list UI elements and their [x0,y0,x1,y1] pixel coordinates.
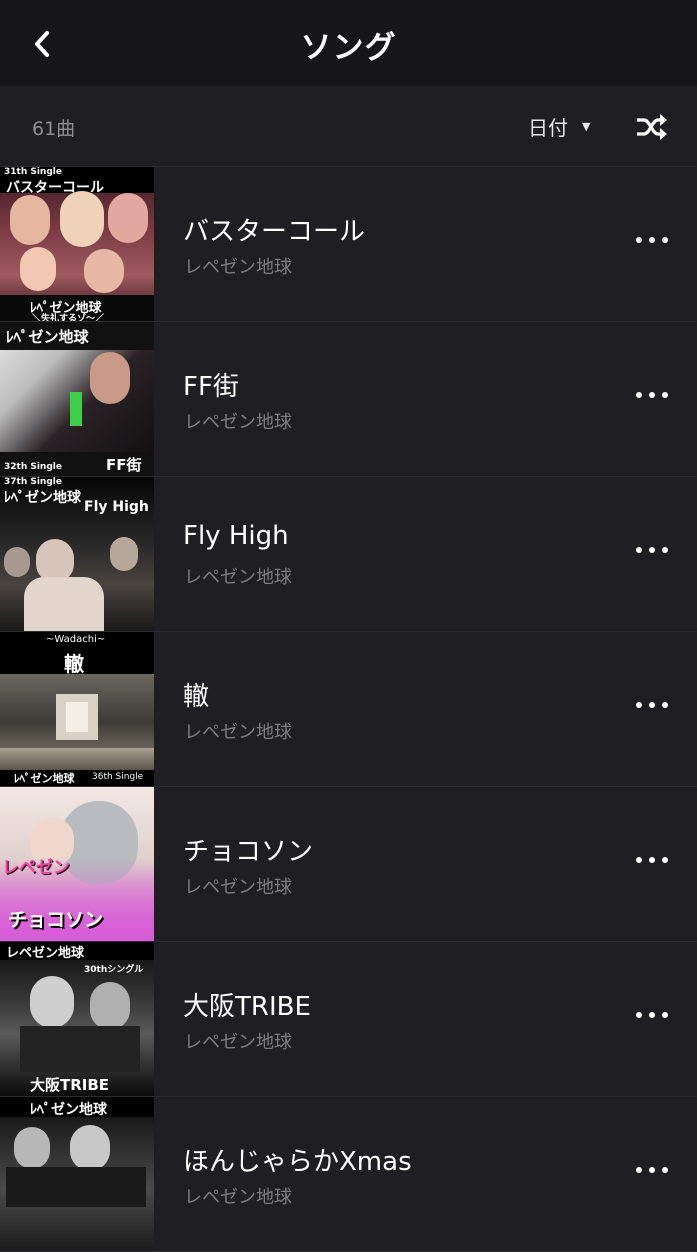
album-art-text: 轍 [64,652,84,676]
album-art: 31th Single バスターコール ﾚﾍﾟゼン地球 ＼失礼するゾ～／ [0,167,154,321]
song-artist: レペゼン地球 [184,1187,292,1208]
song-artist: レペゼン地球 [184,722,292,743]
album-art-text: チョコソン [8,909,104,931]
more-options-button[interactable] [636,698,668,712]
song-title: Fly High [183,521,289,551]
album-art: レペゼン チョコソン [0,787,154,941]
album-art: ~Wadachi~ 轍 ﾚﾍﾟゼン地球 36th Single [0,632,154,786]
list-toolbar: 61曲 日付 ▼ [0,86,697,167]
song-row[interactable]: ~Wadachi~ 轍 ﾚﾍﾟゼン地球 36th Single 轍 レペゼン地球 [0,632,697,787]
album-art: レペゼン地球 30thシングル 大阪TRIBE [0,942,154,1096]
more-horizontal-icon [636,857,642,863]
more-options-button[interactable] [636,543,668,557]
song-title: バスターコール [183,217,366,247]
song-title: FF街 [183,372,239,402]
album-art-text: バスターコール [6,180,104,196]
song-count: 61曲 [32,118,76,140]
song-row[interactable]: 31th Single バスターコール ﾚﾍﾟゼン地球 ＼失礼するゾ～／ バスタ… [0,167,697,322]
album-art-text: 32th Single [4,462,62,472]
song-list: 31th Single バスターコール ﾚﾍﾟゼン地球 ＼失礼するゾ～／ バスタ… [0,167,697,1252]
more-horizontal-icon [636,237,642,243]
song-title: ほんじゃらかXmas [183,1147,412,1177]
more-options-button[interactable] [636,1008,668,1022]
song-row[interactable]: 37th Single ﾚﾍﾟゼン地球 Fly High Fly High レペ… [0,477,697,632]
more-horizontal-icon [636,392,642,398]
album-art-text: ﾚﾍﾟゼン地球 [6,328,89,346]
album-art-text: レペゼン [2,858,70,878]
song-artist: レペゼン地球 [184,567,292,588]
album-art-text: 31th Single [4,167,62,177]
more-horizontal-icon [636,547,642,553]
album-art-text: Fly High [84,499,149,515]
more-options-button[interactable] [636,1163,668,1177]
album-art-text: ＼失礼するゾ～／ [32,314,105,321]
song-artist: レペゼン地球 [184,412,292,433]
more-options-button[interactable] [636,233,668,247]
album-art: ﾚﾍﾟゼン地球 [0,1097,154,1251]
more-options-button[interactable] [636,853,668,867]
nav-header: ソング [0,0,697,86]
album-art-text: ﾚﾍﾟゼン地球 [4,490,81,506]
album-art: 37th Single ﾚﾍﾟゼン地球 Fly High [0,477,154,631]
shuffle-icon [637,114,667,140]
sort-label: 日付 [528,116,568,140]
sort-button[interactable]: 日付 ▼ [528,112,590,141]
album-art: ﾚﾍﾟゼン地球 32th Single FF街 [0,322,154,476]
caret-down-icon: ▼ [582,120,591,133]
song-row[interactable]: レペゼン チョコソン チョコソン レペゼン地球 [0,787,697,942]
more-horizontal-icon [636,702,642,708]
album-art-text: ~Wadachi~ [46,634,106,645]
song-artist: レペゼン地球 [184,257,292,278]
album-art-text: 37th Single [4,477,62,487]
album-art-text: FF街 [106,456,142,474]
song-artist: レペゼン地球 [184,877,292,898]
album-art-text: レペゼン地球 [6,946,85,961]
shuffle-button[interactable] [634,112,668,142]
more-options-button[interactable] [636,388,668,402]
album-art-text: 30thシングル [84,965,144,975]
album-art-text: ﾚﾍﾟゼン地球 [14,772,75,785]
album-art-text: ﾚﾍﾟゼン地球 [30,1102,107,1118]
song-title: 轍 [183,682,210,712]
more-horizontal-icon [636,1167,642,1173]
song-title: 大阪TRIBE [183,992,311,1022]
song-row[interactable]: ﾚﾍﾟゼン地球 ほんじゃらかXmas レペゼン地球 [0,1097,697,1252]
song-row[interactable]: ﾚﾍﾟゼン地球 32th Single FF街 FF街 レペゼン地球 [0,322,697,477]
song-title: チョコソン [183,837,314,867]
album-art-text: 36th Single [92,772,144,782]
album-art-text: 大阪TRIBE [30,1076,110,1094]
page-title: ソング [300,30,397,66]
more-horizontal-icon [636,1012,642,1018]
song-artist: レペゼン地球 [184,1032,292,1053]
song-row[interactable]: レペゼン地球 30thシングル 大阪TRIBE 大阪TRIBE レペゼン地球 [0,942,697,1097]
